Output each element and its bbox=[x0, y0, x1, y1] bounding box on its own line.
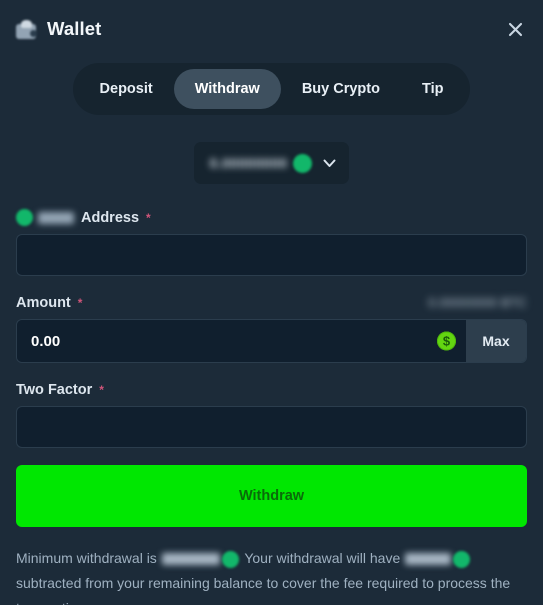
dollar-coin-icon: $ bbox=[437, 331, 456, 351]
address-required-marker: * bbox=[146, 210, 151, 225]
green-coin-icon bbox=[16, 209, 33, 226]
two-factor-label-row: Two Factor * bbox=[16, 380, 527, 399]
chevron-down-icon bbox=[323, 159, 336, 168]
currency-select[interactable]: 0.00000000 bbox=[193, 142, 350, 184]
two-factor-label-text: Two Factor bbox=[16, 381, 93, 398]
page-title: Wallet bbox=[47, 18, 102, 39]
tab-tip[interactable]: Tip bbox=[401, 69, 464, 109]
address-label-text: Address bbox=[81, 209, 140, 226]
amount-required-marker: * bbox=[77, 295, 83, 310]
two-factor-field-block: Two Factor * bbox=[16, 380, 527, 448]
footer-note-part3: subtracted from your remaining balance t… bbox=[16, 575, 511, 605]
tabs-track: Deposit Withdraw Buy Crypto Tip bbox=[72, 63, 471, 115]
withdraw-button[interactable]: Withdraw bbox=[16, 465, 527, 527]
amount-input[interactable] bbox=[17, 320, 466, 362]
footer-note-part1: Minimum withdrawal is bbox=[16, 550, 157, 566]
two-factor-input[interactable] bbox=[16, 406, 527, 448]
withdrawal-fee-note: Minimum withdrawal is Your withdrawal wi… bbox=[0, 546, 543, 605]
address-field-block: Address * bbox=[16, 208, 527, 276]
amount-input-group: $ Max bbox=[16, 319, 527, 363]
address-label: Address * bbox=[16, 209, 151, 226]
close-icon[interactable] bbox=[499, 13, 531, 45]
amount-balance-hint: 0.00000000 BTC bbox=[428, 295, 527, 310]
address-label-row: Address * bbox=[16, 208, 527, 227]
modal-header: Wallet bbox=[0, 0, 543, 58]
tab-buy-crypto[interactable]: Buy Crypto bbox=[281, 69, 401, 109]
amount-field-block: Amount * 0.00000000 BTC $ Max bbox=[16, 293, 527, 363]
green-coin-icon bbox=[293, 153, 313, 173]
two-factor-required-marker: * bbox=[99, 382, 104, 397]
address-input[interactable] bbox=[16, 234, 527, 276]
wallet-modal: Wallet Deposit Withdraw Buy Crypto Tip 0… bbox=[0, 0, 543, 605]
two-factor-label: Two Factor * bbox=[16, 382, 104, 398]
wallet-tabs: Deposit Withdraw Buy Crypto Tip bbox=[0, 58, 543, 115]
amount-label-text: Amount bbox=[16, 294, 71, 311]
withdraw-form: Address * Amount * 0.00000000 BTC $ M bbox=[0, 208, 543, 527]
wallet-icon bbox=[16, 19, 38, 40]
fee-amount-redacted bbox=[405, 553, 452, 566]
currency-balance-value: 0.00000000 bbox=[209, 155, 288, 171]
amount-label: Amount * bbox=[16, 295, 82, 311]
amount-input-box: $ bbox=[17, 320, 466, 362]
amount-label-row: Amount * 0.00000000 BTC bbox=[16, 293, 527, 312]
address-currency-name-redacted bbox=[38, 211, 74, 224]
max-button[interactable]: Max bbox=[466, 320, 526, 362]
tab-deposit[interactable]: Deposit bbox=[79, 69, 174, 109]
tab-withdraw[interactable]: Withdraw bbox=[173, 69, 281, 109]
currency-select-row: 0.00000000 bbox=[0, 142, 543, 184]
green-coin-icon bbox=[221, 550, 239, 568]
green-coin-icon bbox=[453, 550, 471, 568]
minimum-amount-redacted bbox=[161, 553, 220, 566]
footer-note-part2: Your withdrawal will have bbox=[244, 550, 401, 566]
